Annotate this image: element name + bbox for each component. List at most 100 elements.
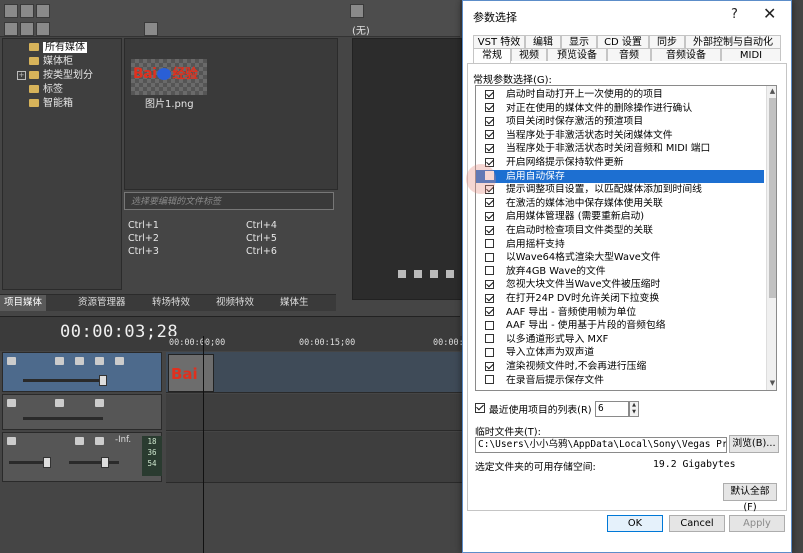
option-checkbox[interactable] [485,239,494,249]
tree-item-smart-bins[interactable]: 智能箱 [29,97,73,110]
option-row[interactable]: 放弃4GB Wave的文件 [476,265,764,279]
video-clip[interactable]: Bai [168,354,214,392]
option-row[interactable]: 提示调整项目设置，以匹配媒体添加到时间线 [476,183,764,197]
toolbar-button[interactable] [36,22,50,36]
tab-general[interactable]: 常规 [473,48,511,63]
tab-display[interactable]: 显示 [561,35,597,48]
tab-external-control[interactable]: 外部控制与自动化 [685,35,781,48]
option-checkbox[interactable] [485,198,494,208]
toolbar-button[interactable] [4,4,18,18]
option-checkbox[interactable] [485,307,494,317]
option-checkbox[interactable] [485,89,494,99]
option-row[interactable]: 当程序处于非激活状态时关闭音频和 MIDI 端口 [476,142,764,156]
audio-track[interactable] [166,432,466,483]
motion-icon[interactable] [55,357,64,365]
option-row[interactable]: 对正在使用的媒体文件的删除操作进行确认 [476,102,764,116]
option-checkbox[interactable] [485,211,494,221]
ok-button[interactable]: OK [607,515,663,532]
toolbar-button[interactable] [350,4,364,18]
option-checkbox[interactable] [485,252,494,262]
toolbar-button[interactable] [36,4,50,18]
option-row[interactable]: AAF 导出 - 使用基于片段的音频包络 [476,319,764,333]
option-row[interactable]: 导入立体声为双声道 [476,346,764,360]
toolbar-button[interactable] [20,4,34,18]
audio-track-header[interactable]: -Inf. [2,432,162,482]
level-slider[interactable] [23,379,103,382]
level-slider[interactable] [23,417,103,420]
option-checkbox[interactable] [485,279,494,289]
volume-slider-knob[interactable] [43,457,51,468]
option-row[interactable]: 启用媒体管理器 (需要重新启动) [476,210,764,224]
tab-audio-device[interactable]: 音频设备 [651,48,721,61]
option-row[interactable]: 以Wave64格式渲染大型Wave文件 [476,251,764,265]
loop-icon[interactable] [398,270,406,278]
recent-count-field[interactable]: 6 [595,401,629,417]
pan-slider-knob[interactable] [101,457,109,468]
fx-icon[interactable] [75,357,84,365]
help-button[interactable]: ? [731,7,738,22]
video-track-2-header[interactable] [2,394,162,430]
option-row[interactable]: 启用自动保存 [476,169,764,184]
option-checkbox[interactable] [485,347,494,357]
option-checkbox[interactable] [485,375,494,385]
toolbar-button[interactable] [20,22,34,36]
option-checkbox[interactable] [485,143,494,153]
list-scrollbar[interactable]: ▲ ▼ [766,86,776,390]
option-row[interactable]: 在激活的媒体池中保存媒体使用关联 [476,197,764,211]
tree-item-tags[interactable]: 标签 [29,83,63,96]
option-row[interactable]: 启动时自动打开上一次使用的的项目 [476,88,764,102]
fx-icon[interactable] [75,437,84,445]
toolbar-button[interactable] [144,22,158,36]
expand-icon[interactable]: + [17,71,26,80]
option-row[interactable]: 启用摇杆支持 [476,238,764,252]
toolbar-button[interactable] [4,22,18,36]
tab-audio[interactable]: 音频 [607,48,651,61]
option-row[interactable]: AAF 导出 - 音频使用帧为单位 [476,306,764,320]
option-checkbox[interactable] [485,266,494,276]
tab-cd-settings[interactable]: CD 设置 [597,35,649,48]
option-checkbox[interactable] [485,293,494,303]
option-row[interactable]: 在录音后提示保存文件 [476,374,764,388]
apply-button[interactable]: Apply [729,515,785,532]
tab-video[interactable]: 视频 [511,48,547,61]
timeline-ruler[interactable]: 00:00:00;00 00:00:15;00 00:00:3 [167,336,469,350]
option-row[interactable]: 忽视大块文件当Wave文件被压缩时 [476,278,764,292]
motion-icon[interactable] [55,399,64,407]
tree-item-all-media[interactable]: 所有媒体 [29,41,87,54]
tab-media-generators[interactable]: 媒体生 [276,295,313,311]
option-row[interactable]: 在启动时检查项目文件类型的关联 [476,224,764,238]
video-track-2[interactable] [166,394,466,431]
option-checkbox[interactable] [485,320,494,330]
pan-slider[interactable] [69,461,119,464]
tab-project-media[interactable]: 项目媒体 [0,295,47,311]
default-all-button[interactable]: 默认全部(F) [723,483,777,513]
cancel-button[interactable]: Cancel [669,515,725,532]
tab-preview-device[interactable]: 预览设备 [547,48,607,61]
option-row[interactable]: 以多通道形式导入 MXF [476,333,764,347]
tab-explorer[interactable]: 资源管理器 [74,295,130,311]
video-track-header[interactable] [2,352,162,392]
tab-transitions[interactable]: 转场特效 [148,295,194,311]
option-row[interactable]: 开启网络提示保持软件更新 [476,156,764,170]
play-icon[interactable] [430,270,438,278]
tab-midi[interactable]: MIDI [721,48,781,61]
solo-icon[interactable] [115,357,124,365]
close-button[interactable]: ✕ [763,4,776,23]
option-checkbox[interactable] [485,334,494,344]
playhead[interactable] [203,336,204,553]
option-row[interactable]: 渲染视频文件时,不会再进行压缩 [476,360,764,374]
recent-list-checkbox[interactable] [475,402,485,413]
option-checkbox[interactable] [485,116,494,126]
scrollbar-thumb[interactable] [769,98,776,298]
tab-editing[interactable]: 编辑 [525,35,561,48]
option-checkbox[interactable] [485,130,494,140]
option-row[interactable]: 当程序处于非激活状态时关闭媒体文件 [476,129,764,143]
tree-item-media-bin[interactable]: 媒体柜 [29,55,73,68]
option-checkbox[interactable] [485,225,494,235]
tab-sync[interactable]: 同步 [649,35,685,48]
mute-icon[interactable] [95,399,104,407]
option-checkbox[interactable] [485,103,494,113]
play-icon[interactable] [414,270,422,278]
option-checkbox[interactable] [485,361,494,371]
mute-icon[interactable] [95,357,104,365]
